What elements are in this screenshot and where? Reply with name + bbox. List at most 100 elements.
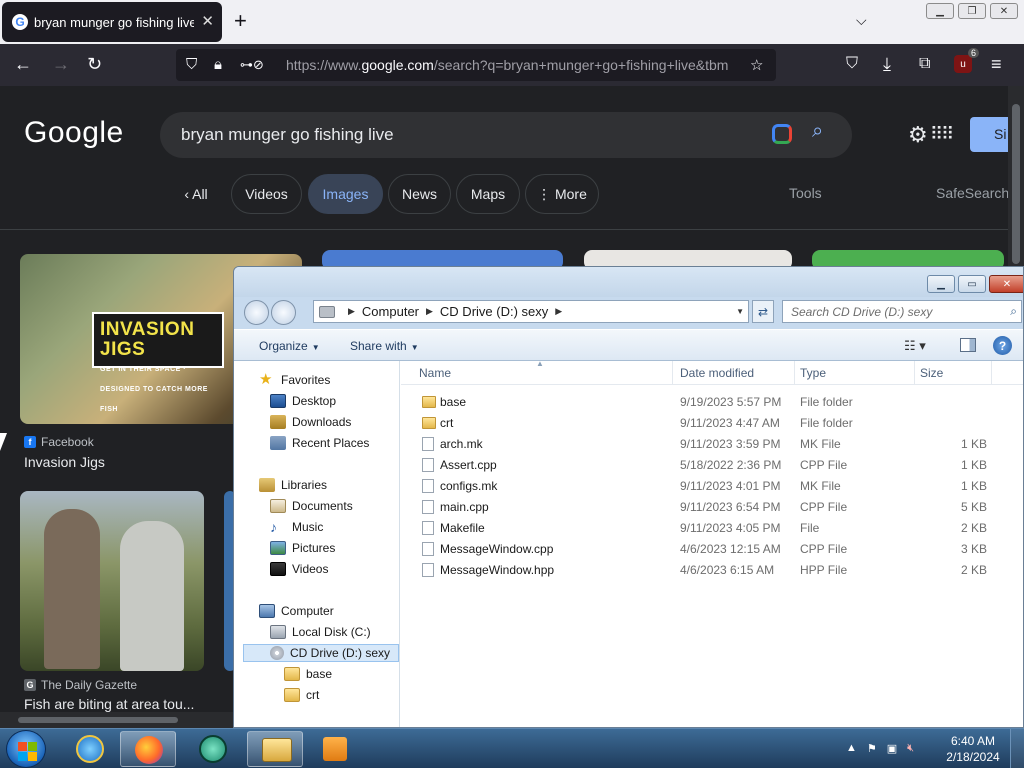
scroll-thumb[interactable] <box>1012 104 1020 264</box>
clock[interactable]: 6:40 AM 2/18/2024 <box>945 733 1001 765</box>
tab-maps[interactable]: Maps <box>456 174 520 214</box>
explorer-title-bar[interactable]: ▁ ▭ ✕ <box>234 267 1023 297</box>
column-divider[interactable] <box>794 361 795 385</box>
chevron-right-icon[interactable]: ▶ <box>426 306 433 317</box>
nav-music[interactable]: ♪ Music <box>270 520 323 534</box>
organize-button[interactable]: Organize ▼ <box>259 339 320 353</box>
maximize-icon[interactable]: ▭ <box>958 275 986 293</box>
permissions-icon[interactable]: ⊶⊘ <box>240 57 264 73</box>
result-caption[interactable]: Invasion Jigs <box>24 454 224 470</box>
show-desktop-button[interactable] <box>1010 729 1024 768</box>
safesearch-button[interactable]: SafeSearch <box>936 185 1009 201</box>
column-type[interactable]: Type <box>800 366 826 380</box>
column-name[interactable]: Name <box>419 366 451 380</box>
nav-recent-places[interactable]: Recent Places <box>270 436 369 450</box>
minimize-icon[interactable]: ▁ <box>926 3 954 19</box>
nav-downloads[interactable]: Downloads <box>270 415 351 429</box>
browser-tab-active[interactable]: G bryan munger go fishing live - G ✕ <box>2 2 222 42</box>
chevron-right-icon[interactable]: ▶ <box>555 306 562 317</box>
file-row[interactable]: Makefile 9/11/2023 4:05 PM File 2 KB <box>401 518 1023 539</box>
taskbar-explorer[interactable] <box>247 731 303 767</box>
taskbar-media-player[interactable] <box>307 731 363 767</box>
result-source[interactable]: G The Daily Gazette <box>24 678 137 692</box>
nav-base-folder[interactable]: base <box>284 667 332 681</box>
search-icon[interactable]: ⌕ <box>1010 304 1017 319</box>
extensions-icon[interactable]: ⧉ <box>919 54 930 74</box>
forward-icon[interactable]: → <box>52 54 70 74</box>
menu-hamburger-icon[interactable]: ≡ <box>991 54 1002 74</box>
preview-pane-icon[interactable] <box>960 338 976 352</box>
tab-more[interactable]: ⋮ More <box>525 174 599 214</box>
nav-cd-drive[interactable]: CD Drive (D:) sexy <box>243 644 399 662</box>
chevron-down-icon[interactable]: ▼ <box>736 307 744 316</box>
lock-icon[interactable]: 🔒︎ <box>214 56 222 73</box>
file-row[interactable]: base 9/19/2023 5:57 PM File folder <box>401 392 1023 413</box>
share-with-button[interactable]: Share with ▼ <box>350 339 419 353</box>
tools-button[interactable]: Tools <box>789 185 822 201</box>
start-button-windows-icon[interactable] <box>6 730 46 768</box>
url-text[interactable]: https://www.google.com/search?q=bryan+mu… <box>286 57 741 73</box>
close-icon[interactable]: ✕ <box>989 275 1023 293</box>
tab-videos[interactable]: Videos <box>231 174 302 214</box>
bookmark-star-icon[interactable]: ☆ <box>750 56 763 74</box>
file-row[interactable]: MessageWindow.hpp 4/6/2023 6:15 AM HPP Fil… <box>401 560 1023 581</box>
nav-computer[interactable]: Computer <box>259 604 334 618</box>
refresh-icon[interactable]: ⇄ <box>752 300 774 323</box>
column-size[interactable]: Size <box>920 366 943 380</box>
downloads-icon[interactable]: ⤓ <box>883 54 891 74</box>
column-divider[interactable] <box>991 361 992 385</box>
breadcrumb-computer[interactable]: Computer <box>362 304 419 319</box>
nav-libraries[interactable]: Libraries <box>259 478 327 492</box>
nav-documents[interactable]: Documents <box>270 499 353 513</box>
scroll-thumb[interactable] <box>18 717 178 723</box>
nav-desktop[interactable]: Desktop <box>270 394 336 408</box>
reload-icon[interactable]: ↻ <box>87 54 102 74</box>
nav-pictures[interactable]: Pictures <box>270 541 335 555</box>
network-icon[interactable]: ▣ <box>887 742 897 755</box>
taskbar-internet-explorer[interactable] <box>62 731 118 767</box>
column-divider[interactable] <box>914 361 915 385</box>
settings-gear-icon[interactable]: ⚙ <box>908 122 928 148</box>
shield-icon[interactable]: ⛉ <box>186 56 197 73</box>
file-row[interactable]: main.cpp 9/11/2023 6:54 PM CPP File 5 KB <box>401 497 1023 518</box>
explorer-search-input[interactable]: Search CD Drive (D:) sexy ⌕ <box>782 300 1022 323</box>
google-lens-icon[interactable] <box>772 124 792 144</box>
image-result-anglers-bass[interactable] <box>20 491 204 671</box>
tab-news[interactable]: News <box>388 174 451 214</box>
file-row[interactable]: Assert.cpp 5/18/2022 2:36 PM CPP File 1 KB <box>401 455 1023 476</box>
forward-icon[interactable] <box>271 300 296 325</box>
back-icon[interactable]: ← <box>14 54 32 74</box>
change-view-icon[interactable]: ☷ ▾ <box>904 338 926 354</box>
restore-icon[interactable]: ❐ <box>958 3 986 19</box>
file-row[interactable]: arch.mk 9/11/2023 3:59 PM MK File 1 KB <box>401 434 1023 455</box>
ublock-icon[interactable]: u6 <box>954 48 979 73</box>
volume-muted-icon[interactable]: 🔇︎ <box>907 742 914 755</box>
list-tabs-chevron-icon[interactable]: ⌵ <box>856 12 867 29</box>
close-window-icon[interactable]: ✕ <box>990 3 1018 19</box>
url-bar[interactable]: ⛉ 🔒︎ ⊶⊘ https://www.google.com/search?q=… <box>176 49 776 81</box>
file-row[interactable]: configs.mk 9/11/2023 4:01 PM MK File 1 KB <box>401 476 1023 497</box>
google-logo[interactable]: Google <box>24 116 124 150</box>
search-query[interactable]: bryan munger go fishing live <box>181 125 394 145</box>
new-tab-icon[interactable]: + <box>234 10 247 32</box>
column-divider[interactable] <box>672 361 673 385</box>
nav-videos[interactable]: Videos <box>270 562 328 576</box>
taskbar-firefox[interactable] <box>120 731 176 767</box>
file-row[interactable]: crt 9/11/2023 4:47 AM File folder <box>401 413 1023 434</box>
pocket-icon[interactable]: ⛉ <box>846 54 858 74</box>
result-source[interactable]: f Facebook <box>24 435 94 449</box>
taskbar-app[interactable] <box>185 731 241 767</box>
nav-local-disk[interactable]: Local Disk (C:) <box>270 625 371 639</box>
action-center-flag-icon[interactable]: ⚑ <box>867 742 877 755</box>
breadcrumb-cd-drive[interactable]: CD Drive (D:) sexy <box>440 304 548 319</box>
close-tab-icon[interactable]: ✕ <box>201 12 214 30</box>
search-box[interactable]: bryan munger go fishing live ⌕ <box>160 112 852 158</box>
breadcrumb[interactable]: ▶ Computer ▶ CD Drive (D:) sexy ▶ ▼ <box>313 300 749 323</box>
tab-all[interactable]: ‹ All <box>166 174 226 214</box>
result-caption[interactable]: Fish are biting at area tou... <box>24 696 202 712</box>
nav-crt-folder[interactable]: crt <box>284 688 319 702</box>
apps-grid-icon[interactable]: ⠿⠿ <box>930 124 954 145</box>
help-icon[interactable]: ? <box>993 336 1012 355</box>
minimize-icon[interactable]: ▁ <box>927 275 955 293</box>
tab-images[interactable]: Images <box>308 174 383 214</box>
